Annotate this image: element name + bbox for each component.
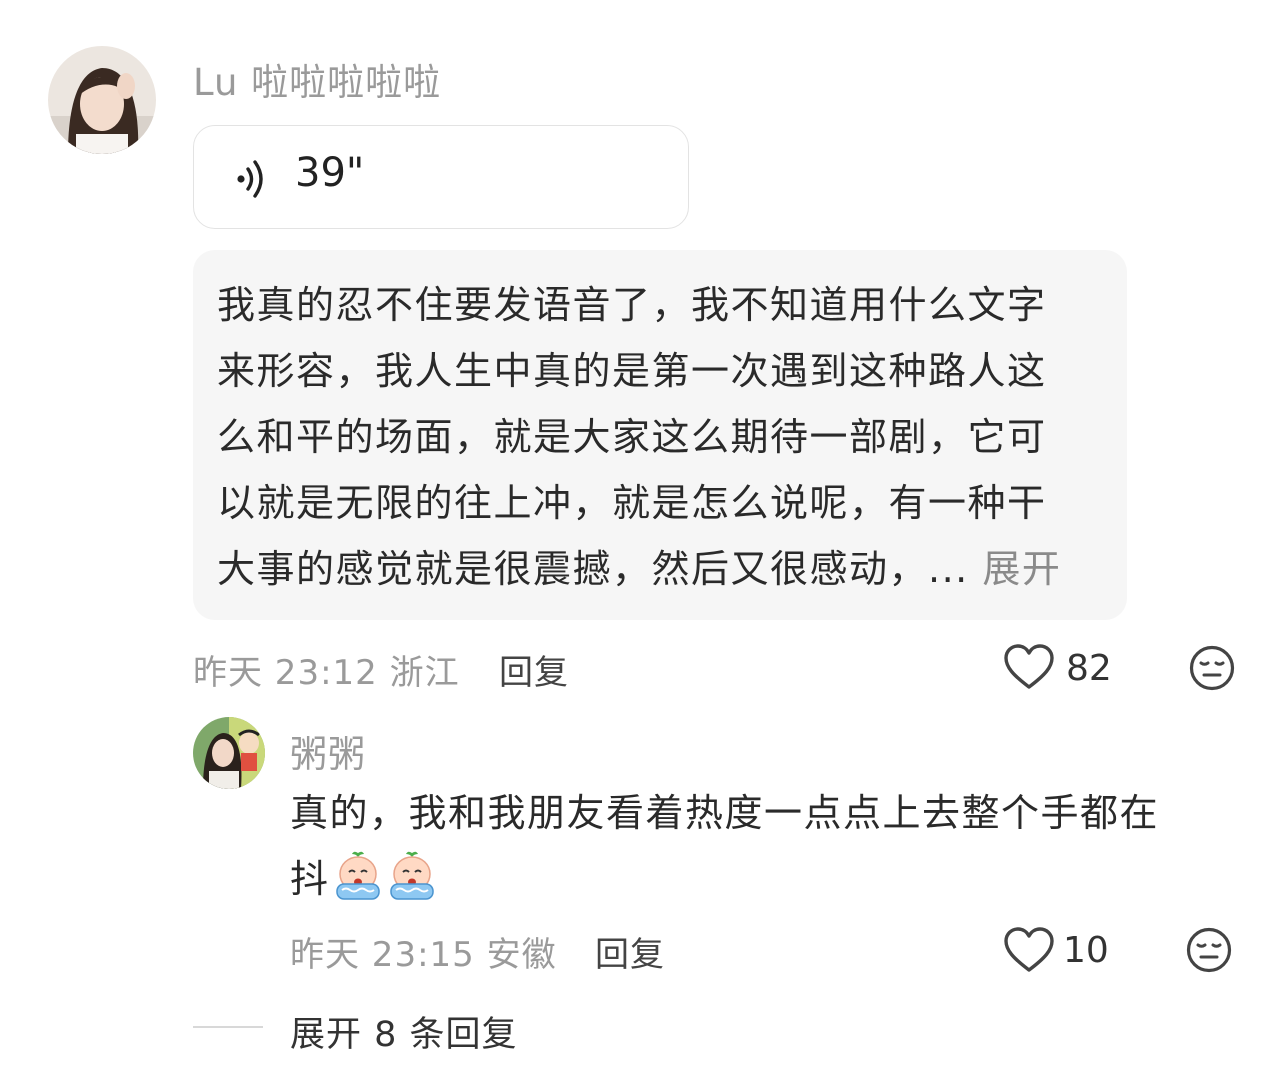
reply-line-last: 抖 bbox=[290, 846, 1230, 912]
heart-icon[interactable] bbox=[1003, 643, 1055, 695]
replier-avatar[interactable] bbox=[193, 717, 265, 789]
crying-emoji-icon bbox=[386, 850, 438, 902]
crying-emoji-icon bbox=[332, 850, 384, 902]
voice-duration: 39" bbox=[295, 150, 365, 196]
dislike-face-icon[interactable] bbox=[1189, 645, 1235, 695]
replier-username[interactable]: 粥粥 bbox=[290, 724, 366, 778]
reply-line-text: 抖 bbox=[290, 857, 330, 901]
transcript-line-last: 大事的感觉就是很震撼，然后又很感动，... 展开 bbox=[217, 536, 1107, 602]
reply-like-count: 10 bbox=[1063, 930, 1109, 971]
transcript-line: 么和平的场面，就是大家这么期待一部剧，它可 bbox=[217, 415, 1047, 459]
transcript-line-text: 大事的感觉就是很震撼，然后又很感动，... bbox=[217, 547, 983, 591]
comment-meta: 昨天 23:12 浙江 bbox=[193, 653, 460, 693]
reply-button[interactable]: 回复 bbox=[499, 645, 569, 694]
reply-text: 真的，我和我朋友看着热度一点点上去整个手都在 抖 bbox=[290, 780, 1230, 912]
heart-icon[interactable] bbox=[1003, 926, 1055, 978]
expand-transcript-link[interactable]: 展开 bbox=[982, 547, 1061, 591]
commenter-username[interactable]: Lu 啦啦啦啦啦 bbox=[193, 52, 441, 106]
reply-meta: 昨天 23:15 安徽 bbox=[290, 935, 557, 975]
voice-wave-icon[interactable] bbox=[234, 158, 268, 204]
transcript-line: 以就是无限的往上冲，就是怎么说呢，有一种干 bbox=[217, 481, 1047, 525]
reply-line: 真的，我和我朋友看着热度一点点上去整个手都在 bbox=[290, 791, 1160, 835]
divider-line bbox=[193, 1026, 263, 1028]
dislike-face-icon[interactable] bbox=[1186, 927, 1232, 977]
transcript-line: 来形容，我人生中真的是第一次遇到这种路人这 bbox=[217, 349, 1047, 393]
commenter-avatar[interactable] bbox=[48, 46, 156, 154]
expand-replies-button[interactable]: 展开 8 条回复 bbox=[290, 1006, 518, 1057]
voice-transcript: 我真的忍不住要发语音了，我不知道用什么文字 来形容，我人生中真的是第一次遇到这种… bbox=[217, 272, 1107, 602]
like-count: 82 bbox=[1066, 648, 1112, 689]
transcript-line: 我真的忍不住要发语音了，我不知道用什么文字 bbox=[217, 283, 1047, 327]
reply-to-reply-button[interactable]: 回复 bbox=[595, 927, 665, 976]
